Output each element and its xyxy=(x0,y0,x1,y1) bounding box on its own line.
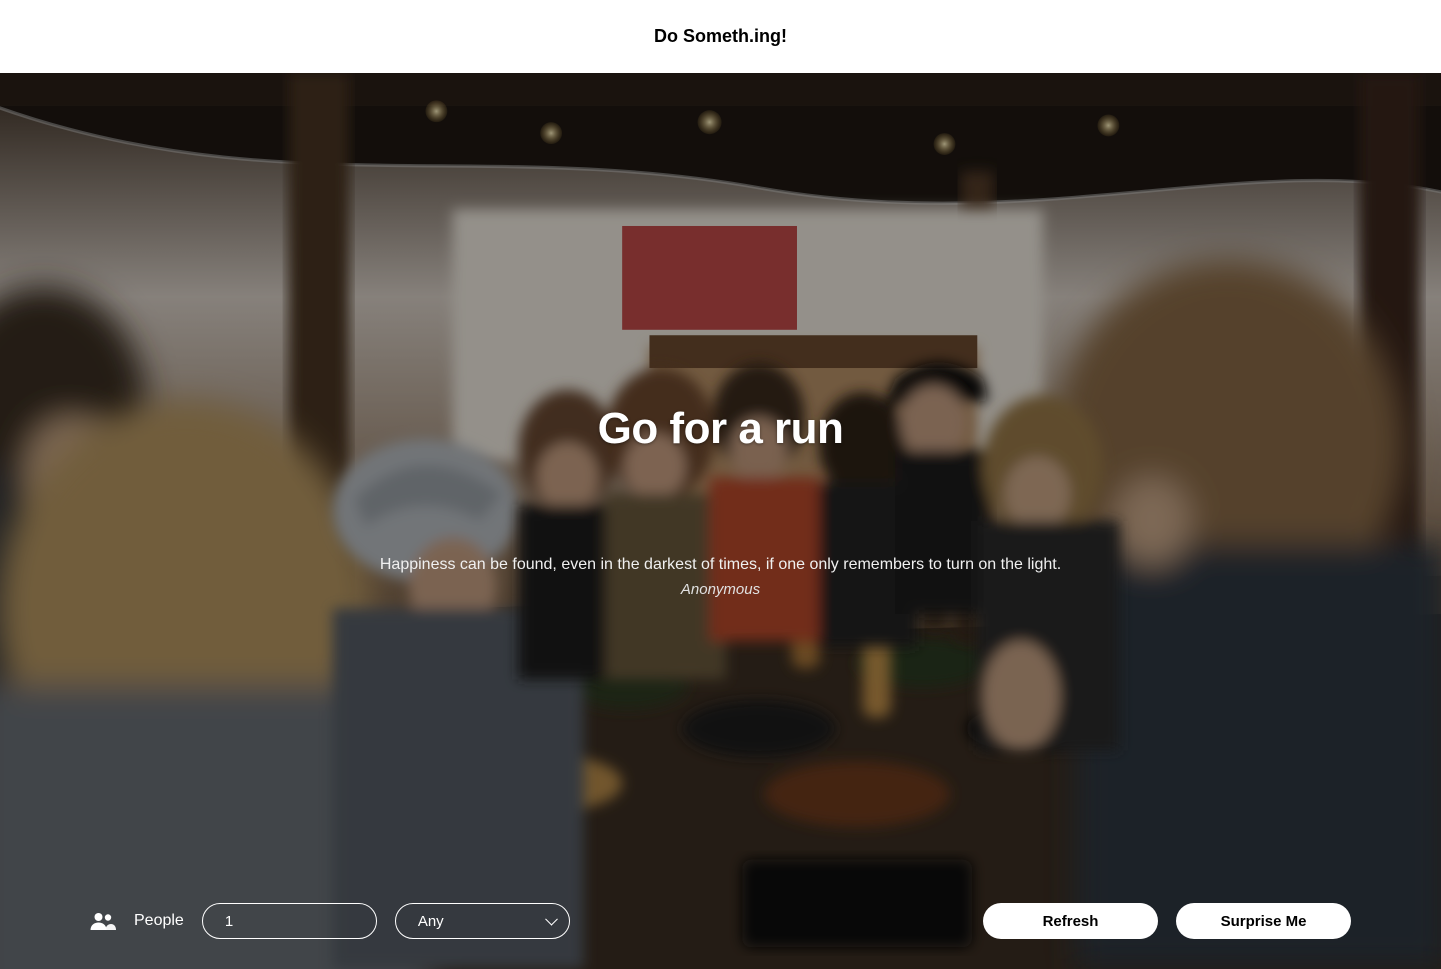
people-label: People xyxy=(134,912,184,930)
type-select[interactable]: Any xyxy=(395,903,570,939)
type-select-wrap: Any xyxy=(395,903,570,939)
toolbar-right-group: Refresh Surprise Me xyxy=(983,903,1351,939)
quote-author: Anonymous xyxy=(681,581,760,598)
quote-text: Happiness can be found, even in the dark… xyxy=(380,554,1061,576)
people-icon xyxy=(90,911,116,931)
hero-section: Go for a run Happiness can be found, eve… xyxy=(0,73,1441,969)
people-input[interactable] xyxy=(202,903,377,939)
activity-title: Go for a run xyxy=(598,404,844,454)
refresh-button[interactable]: Refresh xyxy=(983,903,1158,939)
surprise-me-button[interactable]: Surprise Me xyxy=(1176,903,1351,939)
app-title: Do Someth.ing! xyxy=(654,26,787,46)
toolbar-left-group: People Any xyxy=(90,903,570,939)
hero-content: Go for a run Happiness can be found, eve… xyxy=(0,73,1441,969)
page-header: Do Someth.ing! xyxy=(0,0,1441,73)
bottom-toolbar: People Any Refresh Surprise Me xyxy=(0,883,1441,969)
